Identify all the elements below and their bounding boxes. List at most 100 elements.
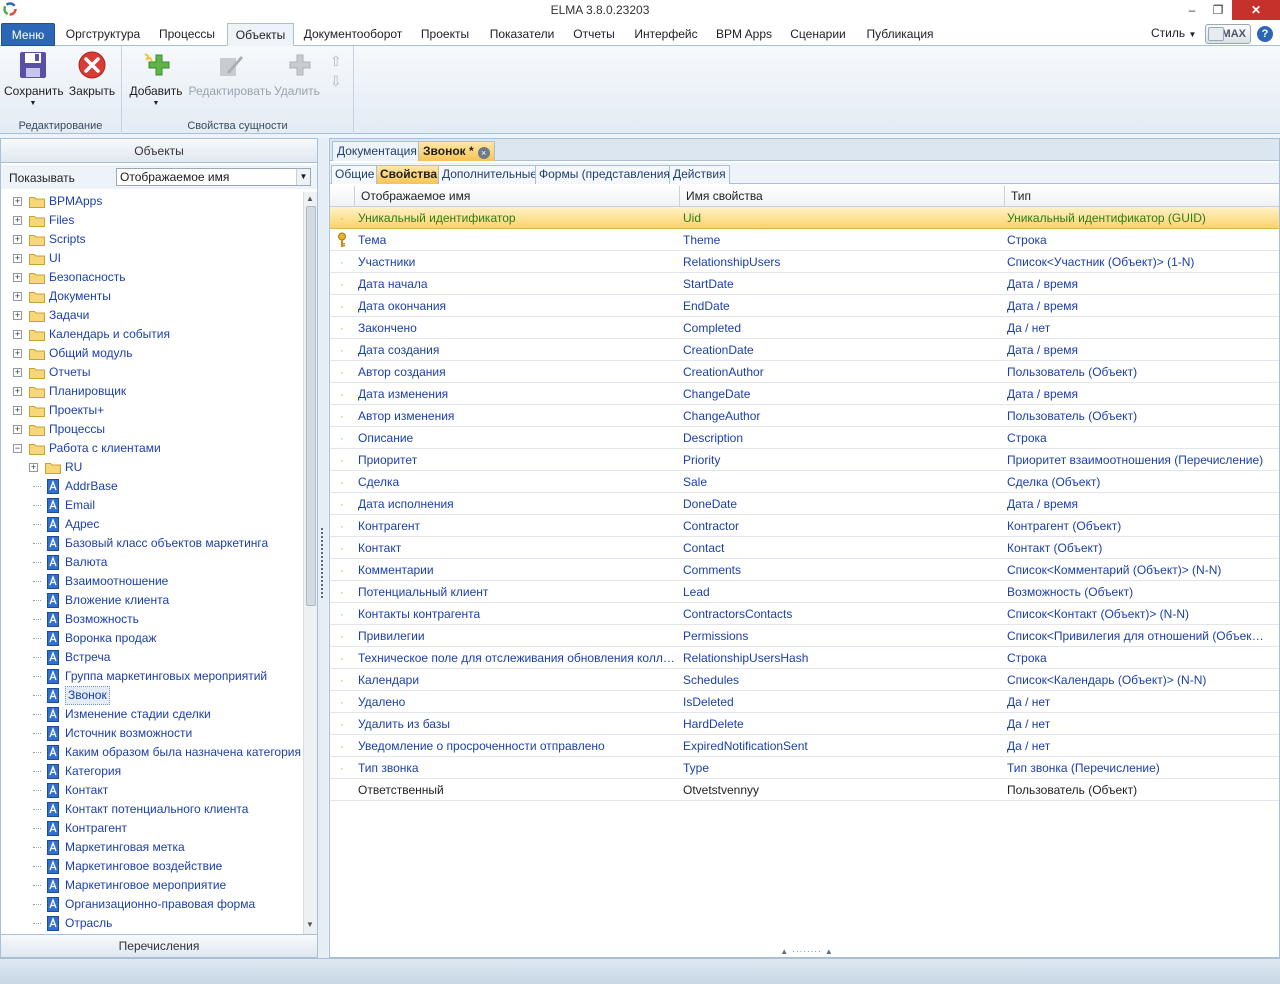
tab-document-flow[interactable]: Документооборот: [299, 23, 407, 46]
table-row[interactable]: · Дата исполнения DoneDate Дата / время: [330, 493, 1279, 515]
table-row[interactable]: · Описание Description Строка: [330, 427, 1279, 449]
tree-item[interactable]: + Отчеты: [1, 363, 301, 382]
objects-panel-header[interactable]: Объекты: [1, 139, 317, 163]
expand-icon[interactable]: +: [13, 216, 22, 225]
tree-item[interactable]: Маркетинговая метка: [1, 838, 301, 857]
column-type[interactable]: Тип: [1004, 186, 1279, 207]
table-row[interactable]: Ответственный Otvetstvennyy Пользователь (…: [330, 779, 1279, 801]
collapse-icon[interactable]: −: [13, 444, 22, 453]
tree-item[interactable]: + Задачи: [1, 306, 301, 325]
tree-item[interactable]: Базовый класс объектов маркетинга: [1, 534, 301, 553]
tab-scenarios[interactable]: Сценарии: [784, 23, 852, 46]
table-row[interactable]: · Автор изменения ChangeAuthor Пользователь…: [330, 405, 1279, 427]
tree-item[interactable]: AddrBase: [1, 477, 301, 496]
table-row[interactable]: · Привилегии Permissions Список<Привилегия …: [330, 625, 1279, 647]
tree-item[interactable]: + UI: [1, 249, 301, 268]
tree-item[interactable]: Каким образом была назначена категория: [1, 743, 301, 762]
tree-item[interactable]: + Scripts: [1, 230, 301, 249]
expand-icon[interactable]: +: [13, 387, 22, 396]
subtab-actions[interactable]: Действия: [669, 165, 730, 184]
tree-item[interactable]: Email: [1, 496, 301, 515]
tree-item[interactable]: Валюта: [1, 553, 301, 572]
delete-button[interactable]: Удалить: [274, 50, 320, 98]
table-row[interactable]: · Дата окончания EndDate Дата / время: [330, 295, 1279, 317]
style-dropdown[interactable]: Стиль ▼: [1151, 26, 1196, 40]
panel-splitter[interactable]: [318, 138, 328, 958]
tree-item[interactable]: Маркетинговое мероприятие: [1, 876, 301, 895]
column-property-name[interactable]: Имя свойства: [679, 186, 1004, 207]
tree-item[interactable]: Воронка продаж: [1, 629, 301, 648]
tree-item[interactable]: Встреча: [1, 648, 301, 667]
tab-documentation[interactable]: Документация: [332, 141, 422, 161]
table-row[interactable]: · Контакт Contact Контакт (Объект): [330, 537, 1279, 559]
tab-orgstructure[interactable]: Оргструктура: [60, 23, 146, 46]
expand-icon[interactable]: +: [13, 273, 22, 282]
table-row[interactable]: · Уникальный идентификатор Uid Уникальный и…: [330, 207, 1279, 229]
expand-icon[interactable]: +: [29, 463, 38, 472]
expand-icon[interactable]: +: [13, 368, 22, 377]
tab-interface[interactable]: Интерфейс: [628, 23, 704, 46]
save-button[interactable]: Сохранить ▼: [4, 50, 64, 107]
add-button[interactable]: Добавить ▼: [128, 50, 184, 107]
help-icon[interactable]: ?: [1257, 26, 1273, 42]
tree-item[interactable]: + Календарь и события: [1, 325, 301, 344]
tab-reports[interactable]: Отчеты: [566, 23, 622, 46]
tree-item[interactable]: Вложение клиента: [1, 591, 301, 610]
scroll-thumb[interactable]: [306, 206, 316, 606]
expand-icon[interactable]: +: [13, 406, 22, 415]
close-button[interactable]: Закрыть: [66, 50, 118, 98]
tree-item[interactable]: Контакт потенциального клиента: [1, 800, 301, 819]
tree-item[interactable]: + Общий модуль: [1, 344, 301, 363]
show-select[interactable]: Отображаемое имя ▼: [116, 168, 311, 186]
tree-item[interactable]: + Проекты+: [1, 401, 301, 420]
tab-indicators[interactable]: Показатели: [484, 23, 560, 46]
expand-icon[interactable]: +: [13, 425, 22, 434]
tree-item[interactable]: Адрес: [1, 515, 301, 534]
tree-item[interactable]: Возможность: [1, 610, 301, 629]
expand-icon[interactable]: +: [13, 197, 22, 206]
tree-item[interactable]: Категория: [1, 762, 301, 781]
expand-icon[interactable]: +: [13, 311, 22, 320]
subtab-general[interactable]: Общие: [331, 165, 379, 184]
maximize-button[interactable]: ❐: [1204, 0, 1232, 20]
table-row[interactable]: · Комментарии Comments Список<Комментарий (…: [330, 559, 1279, 581]
tree-item[interactable]: Звонок: [1, 686, 301, 705]
subtab-properties[interactable]: Свойства: [376, 165, 442, 184]
table-row[interactable]: · Дата создания CreationDate Дата / время: [330, 339, 1279, 361]
tab-menu[interactable]: Меню: [1, 23, 55, 46]
table-row[interactable]: Тема Theme Строка: [330, 229, 1279, 251]
tree-item[interactable]: Контакт: [1, 781, 301, 800]
tree-item[interactable]: + RU: [1, 458, 301, 477]
table-row[interactable]: · Автор создания CreationAuthor Пользовател…: [330, 361, 1279, 383]
table-row[interactable]: · Участники RelationshipUsers Список<Участн…: [330, 251, 1279, 273]
table-row[interactable]: · Удалено IsDeleted Да / нет: [330, 691, 1279, 713]
tree-item[interactable]: Отрасль: [1, 914, 301, 933]
table-row[interactable]: · Тип звонка Type Тип звонка (Перечисление): [330, 757, 1279, 779]
table-row[interactable]: · Приоритет Priority Приоритет взаимоотноше…: [330, 449, 1279, 471]
scroll-up-icon[interactable]: ▲: [306, 194, 314, 203]
table-row[interactable]: · Уведомление о просроченности отправлено…: [330, 735, 1279, 757]
table-row[interactable]: · Контрагент Contractor Контрагент (Объект): [330, 515, 1279, 537]
minimize-button[interactable]: –: [1178, 0, 1206, 20]
edit-button[interactable]: Редактировать: [188, 50, 272, 98]
table-row[interactable]: · Дата начала StartDate Дата / время: [330, 273, 1279, 295]
tab-bpm-apps[interactable]: BPM Apps: [711, 23, 777, 46]
table-row[interactable]: · Потенциальный клиент Lead Возможность (Об…: [330, 581, 1279, 603]
tab-objects[interactable]: Объекты: [227, 23, 294, 46]
tree-item[interactable]: + BPMApps: [1, 192, 301, 211]
expand-icon[interactable]: +: [13, 235, 22, 244]
close-tab-icon[interactable]: ×: [477, 147, 490, 159]
tree-scrollbar[interactable]: ▲ ▼: [303, 192, 317, 934]
scroll-down-icon[interactable]: ▼: [306, 920, 314, 929]
table-row[interactable]: · Техническое поле для отслеживания обнов…: [330, 647, 1279, 669]
enumerations-panel-header[interactable]: Перечисления: [1, 934, 317, 957]
move-up-button[interactable]: ⇧: [330, 52, 342, 70]
tab-projects[interactable]: Проекты: [413, 23, 477, 46]
tree-item[interactable]: Контрагент: [1, 819, 301, 838]
tree-item[interactable]: Взаимоотношение: [1, 572, 301, 591]
tree-item[interactable]: Маркетинговое воздействие: [1, 857, 301, 876]
tree-item[interactable]: + Процессы: [1, 420, 301, 439]
tree-item[interactable]: − Работа с клиентами: [1, 439, 301, 458]
tree-item[interactable]: Организационно-правовая форма: [1, 895, 301, 914]
max-toggle[interactable]: MAX: [1205, 24, 1251, 44]
